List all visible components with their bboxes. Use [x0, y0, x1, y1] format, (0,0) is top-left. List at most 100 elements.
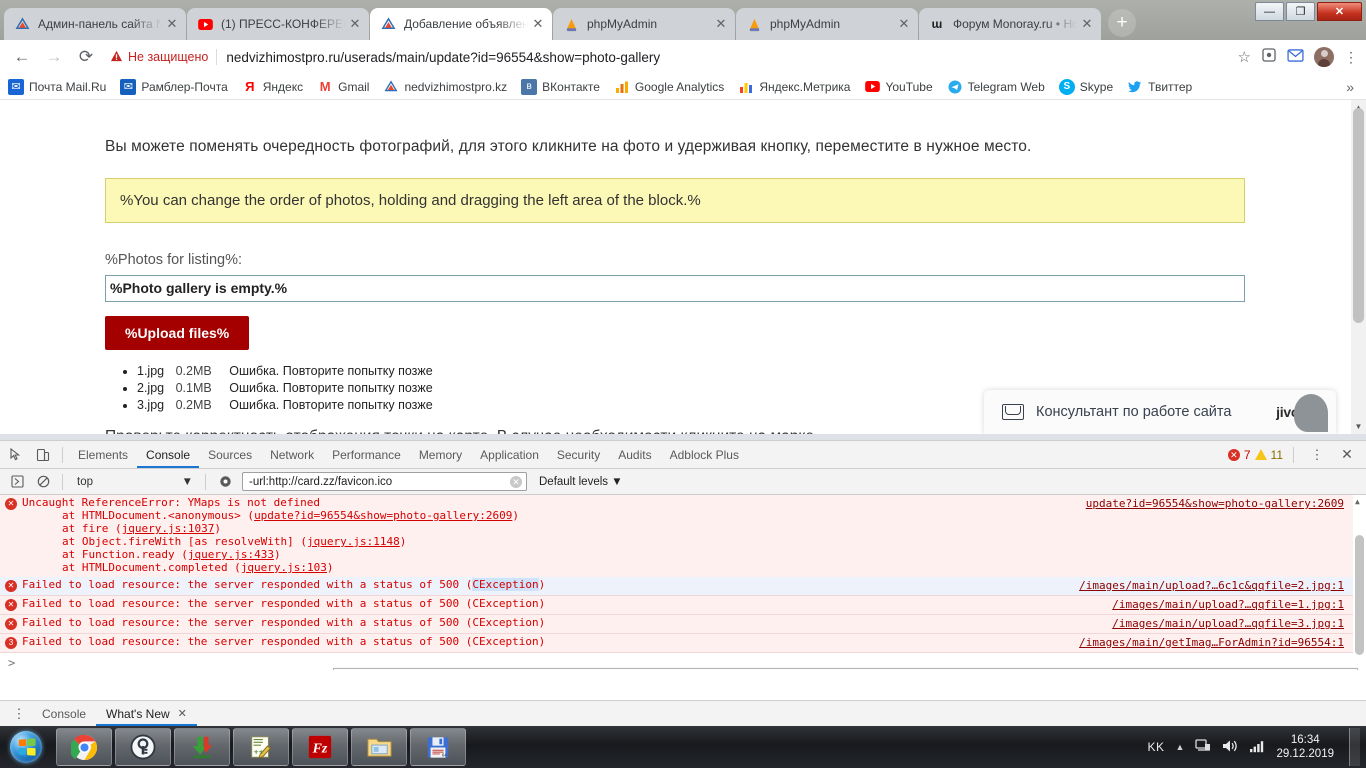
minimize-button[interactable]: —: [1255, 2, 1284, 21]
tab-audits[interactable]: Audits: [609, 441, 660, 468]
tab-performance[interactable]: Performance: [323, 441, 410, 468]
bookmark-item[interactable]: S Skype: [1058, 78, 1113, 95]
maximize-button[interactable]: ❐: [1286, 2, 1315, 21]
console-message-error[interactable]: ✕ Uncaught ReferenceError: YMaps is not …: [0, 495, 1366, 577]
live-expression-icon[interactable]: [212, 470, 238, 494]
not-secure-indicator[interactable]: Не защищено: [110, 50, 208, 65]
console-message-error[interactable]: ✕ Failed to load resource: the server re…: [0, 577, 1366, 596]
bookmark-item[interactable]: в ВКонтакте: [521, 78, 600, 95]
bookmark-item[interactable]: M Gmail: [317, 79, 370, 95]
console-source-link[interactable]: /images/main/upload?…qqfile=3.jpg:1: [1112, 617, 1344, 630]
log-levels-select[interactable]: Default levels ▼: [539, 476, 623, 488]
language-indicator[interactable]: KK: [1148, 740, 1165, 754]
console-source-link[interactable]: /images/main/upload?…qqfile=1.jpg:1: [1112, 598, 1344, 611]
kebab-menu-icon[interactable]: ⋮: [1304, 442, 1330, 468]
kebab-menu-icon[interactable]: ⋮: [6, 701, 32, 727]
console-source-link[interactable]: /images/main/getImag…ForAdmin?id=96554:1: [1079, 636, 1344, 649]
tab-close-icon[interactable]: ✕: [1079, 16, 1095, 32]
browser-tab[interactable]: phpMyAdmin ✕: [553, 8, 735, 40]
browser-tab-active[interactable]: Добавление объявлен ✕: [370, 8, 552, 40]
address-bar[interactable]: Не защищено nedvizhimostpro.ru/userads/m…: [104, 44, 1228, 70]
bookmark-item[interactable]: Яндекс.Метрика: [738, 79, 850, 95]
jivosite-widget[interactable]: Консультант по работе сайта jivosite: [984, 390, 1336, 434]
clear-console-icon[interactable]: [30, 470, 56, 494]
drawer-tab-whats-new[interactable]: What's New ✕: [96, 701, 197, 726]
tab-application[interactable]: Application: [471, 441, 548, 468]
profile-avatar[interactable]: [1314, 47, 1334, 67]
browser-tab[interactable]: Админ-панель сайта Ne ✕: [4, 8, 186, 40]
warning-count-badge[interactable]: 11: [1254, 448, 1283, 462]
network-tray-icon[interactable]: [1195, 738, 1211, 756]
console-scrollbar[interactable]: ▲: [1353, 495, 1366, 670]
menu-icon[interactable]: ⋮: [1344, 49, 1358, 66]
execution-context-select[interactable]: top ▼: [69, 476, 199, 488]
stack-link[interactable]: jquery.js:1148: [307, 535, 400, 548]
page-scrollbar-thumb[interactable]: [1353, 108, 1364, 323]
bookmark-item[interactable]: Я Яндекс: [242, 79, 303, 95]
tab-adblock-plus[interactable]: Adblock Plus: [661, 441, 748, 468]
browser-tab[interactable]: (1) ПРЕСС-КОНФЕРЕНЦ ✕: [187, 8, 369, 40]
start-button[interactable]: [2, 728, 50, 766]
execution-context-icon[interactable]: [4, 470, 30, 494]
close-icon[interactable]: ✕: [178, 701, 187, 727]
bookmark-item[interactable]: ✉ Рамблер-Почта: [120, 78, 228, 95]
drawer-tab-console[interactable]: Console: [32, 701, 96, 726]
taskbar-button-save-disk[interactable]: 64: [410, 728, 466, 766]
console-source-link[interactable]: /images/main/upload?…6c1c&qqfile=2.jpg:1: [1079, 579, 1344, 592]
bookmark-item[interactable]: Твиттер: [1127, 79, 1192, 95]
console-scrollbar-thumb[interactable]: [1355, 535, 1364, 655]
bookmark-item[interactable]: nedvizhimostpro.kz: [383, 79, 507, 95]
tray-expand-icon[interactable]: ▲: [1176, 742, 1185, 752]
tab-console[interactable]: Console: [137, 441, 199, 468]
tab-network[interactable]: Network: [261, 441, 323, 468]
star-icon[interactable]: ☆: [1238, 48, 1251, 66]
tab-close-icon[interactable]: ✕: [347, 16, 363, 32]
scroll-down-arrow-icon[interactable]: ▼: [1351, 419, 1366, 434]
clock[interactable]: 16:34 29.12.2019: [1276, 733, 1334, 761]
console-message-error-group[interactable]: 3 Failed to load resource: the server re…: [0, 634, 1366, 653]
bookmark-item[interactable]: ✉ Почта Mail.Ru: [8, 78, 106, 95]
error-count-badge[interactable]: ✕ 7: [1227, 448, 1251, 462]
stack-link[interactable]: jquery.js:433: [188, 548, 274, 561]
taskbar-button-keepass[interactable]: [115, 728, 171, 766]
taskbar-button-filezilla[interactable]: Fz: [292, 728, 348, 766]
close-window-button[interactable]: ✕: [1317, 2, 1362, 21]
tab-close-icon[interactable]: ✕: [896, 16, 912, 32]
mail-icon[interactable]: [1287, 48, 1304, 66]
tab-close-icon[interactable]: ✕: [164, 16, 180, 32]
taskbar-button-notepadpp[interactable]: ++: [233, 728, 289, 766]
stack-link[interactable]: jquery.js:1037: [122, 522, 215, 535]
new-tab-button[interactable]: +: [1108, 9, 1136, 37]
tab-close-icon[interactable]: ✕: [713, 16, 729, 32]
console-filter-input[interactable]: -url:http://card.zz/favicon.ico ✕: [242, 472, 527, 491]
page-scrollbar[interactable]: ▲ ▼: [1351, 100, 1366, 434]
show-desktop-button[interactable]: [1349, 728, 1360, 766]
tab-close-icon[interactable]: ✕: [530, 16, 546, 32]
bookmark-item[interactable]: YouTube: [864, 79, 933, 95]
close-icon[interactable]: ✕: [1334, 442, 1360, 468]
device-toggle-icon[interactable]: [30, 442, 56, 468]
reload-button[interactable]: ⟳: [72, 43, 100, 71]
forward-button[interactable]: →: [40, 43, 68, 71]
bookmarks-overflow-button[interactable]: »: [1346, 79, 1358, 95]
volume-icon[interactable]: [1222, 739, 1238, 756]
tab-elements[interactable]: Elements: [69, 441, 137, 468]
stack-link[interactable]: jquery.js:103: [241, 561, 327, 574]
taskbar-button-download-master[interactable]: [174, 728, 230, 766]
stack-link[interactable]: update?id=96554&show=photo-gallery:2609: [254, 509, 512, 522]
signal-icon[interactable]: [1249, 739, 1265, 756]
browser-tab[interactable]: phpMyAdmin ✕: [736, 8, 918, 40]
cursor-select-icon[interactable]: [4, 442, 30, 468]
taskbar-button-explorer[interactable]: [351, 728, 407, 766]
extension-icon[interactable]: [1261, 47, 1277, 67]
scroll-up-arrow-icon[interactable]: ▲: [1355, 497, 1360, 506]
bookmark-item[interactable]: Google Analytics: [614, 79, 724, 95]
tab-security[interactable]: Security: [548, 441, 609, 468]
back-button[interactable]: ←: [8, 43, 36, 71]
taskbar-button-chrome[interactable]: [56, 728, 112, 766]
tab-sources[interactable]: Sources: [199, 441, 261, 468]
tab-memory[interactable]: Memory: [410, 441, 471, 468]
upload-files-button[interactable]: %Upload files%: [105, 316, 250, 350]
console-message-error[interactable]: ✕ Failed to load resource: the server re…: [0, 596, 1366, 615]
console-source-link[interactable]: update?id=96554&show=photo-gallery:2609: [1086, 497, 1344, 510]
